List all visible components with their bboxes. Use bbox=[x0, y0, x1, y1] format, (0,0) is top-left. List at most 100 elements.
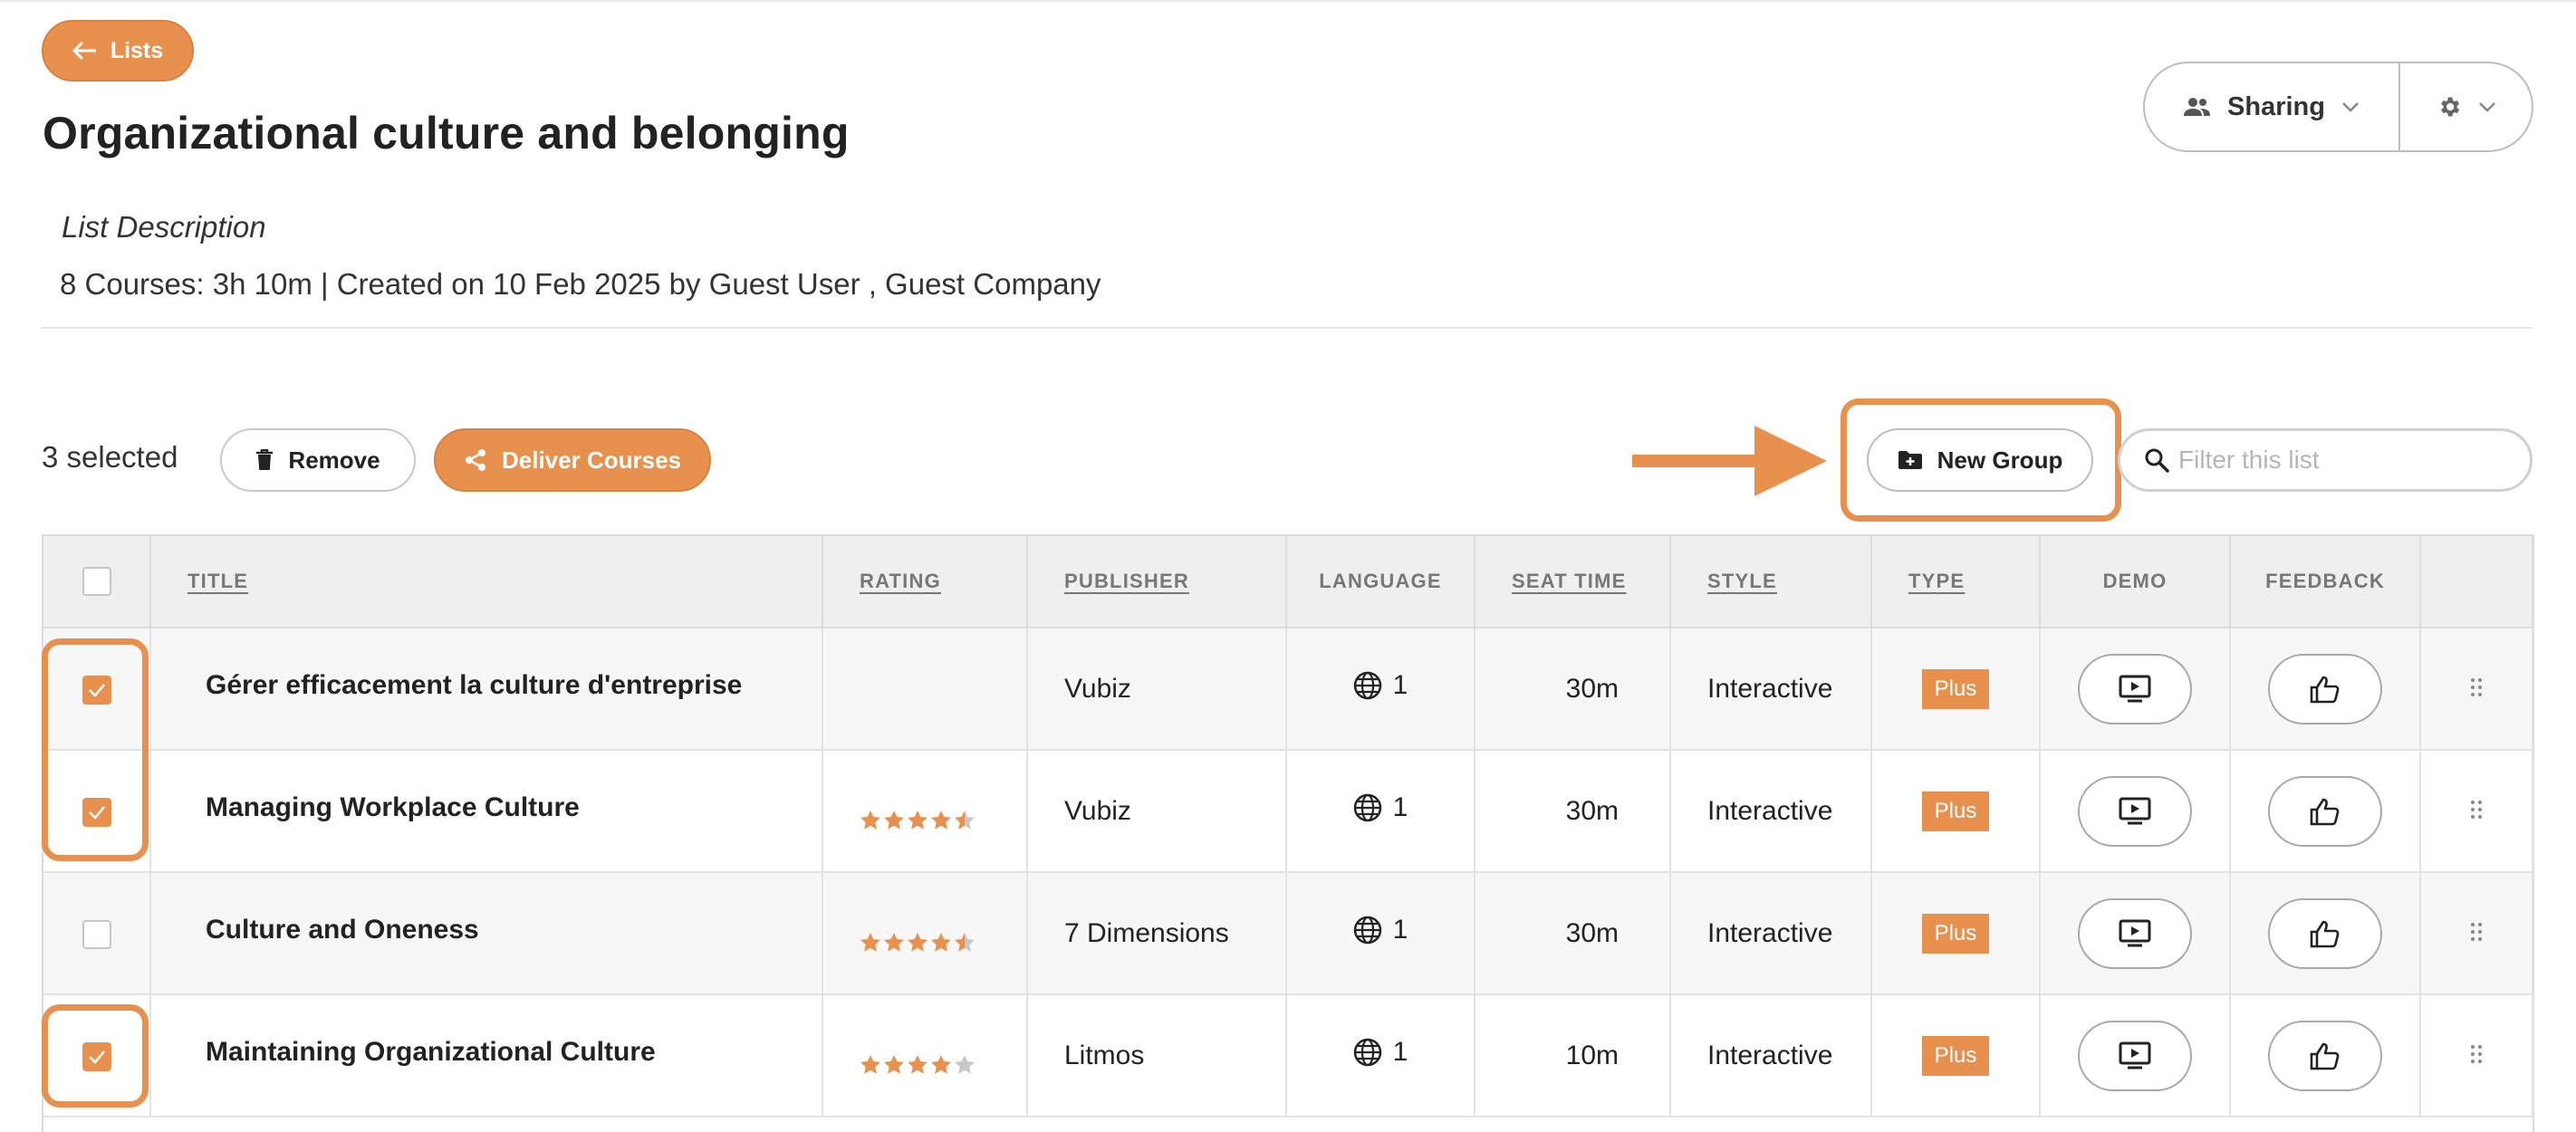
arrow-left-icon bbox=[72, 42, 96, 60]
feedback-cell bbox=[2230, 750, 2421, 873]
language-cell: 1 bbox=[1286, 628, 1475, 751]
table-row[interactable]: Culture and Oneness 7 Dimensions 1 30m Inter… bbox=[43, 872, 2533, 995]
rating-cell bbox=[822, 872, 1028, 995]
language-count: 1 bbox=[1392, 1037, 1408, 1067]
divider bbox=[42, 327, 2533, 329]
drag-handle[interactable] bbox=[2470, 796, 2483, 827]
table-row[interactable]: Managing Workplace Culture Vubiz 1 30m Inter… bbox=[43, 750, 2533, 873]
select-all-checkbox[interactable] bbox=[82, 567, 111, 596]
people-icon bbox=[2184, 98, 2211, 116]
pointer-arrow bbox=[1632, 426, 1827, 496]
course-title[interactable]: Managing Workplace Culture bbox=[206, 792, 580, 822]
demo-cell bbox=[2040, 750, 2231, 873]
back-to-lists-button[interactable]: Lists bbox=[42, 20, 194, 82]
row-select-cell bbox=[43, 872, 151, 995]
globe-icon bbox=[1353, 1038, 1381, 1067]
seat-time-cell: 30m bbox=[1475, 750, 1671, 873]
filter-input[interactable] bbox=[2177, 445, 2524, 475]
feedback-button[interactable] bbox=[2268, 897, 2382, 969]
feedback-cell bbox=[2230, 994, 2421, 1118]
star-icon bbox=[955, 1054, 975, 1074]
seat-time-cell: 30m bbox=[1475, 872, 1671, 995]
play-screen-icon bbox=[2119, 797, 2151, 824]
star-icon bbox=[955, 932, 975, 952]
style-cell: Interactive bbox=[1670, 872, 1872, 995]
table-row[interactable]: Gérer efficacement la culture d'entrepri… bbox=[43, 628, 2533, 751]
col-type[interactable]: Type bbox=[1871, 536, 2041, 628]
col-style[interactable]: Style bbox=[1670, 536, 1872, 628]
demo-button[interactable] bbox=[2078, 653, 2192, 724]
col-demo: Demo bbox=[2040, 536, 2231, 628]
settings-dropdown[interactable] bbox=[2400, 63, 2532, 150]
drag-handle[interactable] bbox=[2470, 1041, 2483, 1071]
play-screen-icon bbox=[2119, 1041, 2151, 1069]
publisher-cell: Vubiz bbox=[1027, 750, 1287, 873]
style-cell: Interactive bbox=[1670, 628, 1872, 751]
rating-stars bbox=[860, 810, 976, 830]
course-title[interactable]: Maintaining Organizational Culture bbox=[206, 1037, 656, 1067]
language-cell: 1 bbox=[1286, 994, 1475, 1118]
type-badge: Plus bbox=[1921, 668, 1990, 709]
course-title[interactable]: Gérer efficacement la culture d'entrepri… bbox=[206, 670, 742, 700]
sharing-dropdown[interactable]: Sharing bbox=[2145, 63, 2400, 150]
feedback-cell bbox=[2230, 872, 2421, 995]
gear-icon bbox=[2440, 97, 2459, 117]
sharing-settings-group: Sharing bbox=[2143, 62, 2533, 152]
star-icon bbox=[884, 810, 904, 830]
table-row[interactable]: Maintaining Organizational Culture Litmos… bbox=[43, 994, 2533, 1118]
seat-time-cell: 30m bbox=[1475, 628, 1671, 751]
deliver-courses-button[interactable]: Deliver Courses bbox=[434, 428, 711, 492]
type-cell: Plus bbox=[1871, 628, 2041, 751]
select-all-cell bbox=[43, 536, 151, 628]
play-screen-icon bbox=[2119, 919, 2151, 946]
drag-handle-icon bbox=[2471, 922, 2482, 941]
drag-handle[interactable] bbox=[2470, 918, 2483, 949]
feedback-button[interactable] bbox=[2268, 1020, 2382, 1091]
publisher-cell: 7 Dimensions bbox=[1027, 872, 1287, 995]
drag-handle-icon bbox=[2471, 677, 2482, 696]
demo-button[interactable] bbox=[2078, 1020, 2192, 1091]
star-icon bbox=[931, 810, 951, 830]
demo-cell bbox=[2040, 872, 2231, 995]
star-icon bbox=[908, 932, 928, 952]
share-icon bbox=[466, 449, 485, 471]
feedback-cell bbox=[2230, 628, 2421, 751]
col-rating[interactable]: Rating bbox=[822, 536, 1028, 628]
top-shadow bbox=[0, 0, 2576, 4]
demo-button[interactable] bbox=[2078, 775, 2192, 847]
col-feedback: Feedback bbox=[2230, 536, 2421, 628]
star-icon bbox=[860, 810, 880, 830]
publisher-cell: Vubiz bbox=[1027, 628, 1287, 751]
type-cell: Plus bbox=[1871, 750, 2041, 873]
feedback-button[interactable] bbox=[2268, 775, 2382, 847]
list-description-label: List Description bbox=[62, 210, 266, 244]
drag-cell bbox=[2420, 750, 2533, 873]
drag-handle[interactable] bbox=[2470, 674, 2483, 705]
demo-cell bbox=[2040, 994, 2231, 1118]
globe-icon bbox=[1353, 916, 1381, 945]
trash-icon bbox=[256, 449, 274, 470]
row-checkbox[interactable] bbox=[82, 919, 111, 949]
demo-button[interactable] bbox=[2078, 897, 2192, 969]
deliver-label: Deliver Courses bbox=[502, 446, 681, 474]
language-count: 1 bbox=[1392, 915, 1408, 945]
col-title[interactable]: Title bbox=[150, 536, 823, 628]
thumbs-up-icon bbox=[2310, 798, 2340, 825]
col-seat-time[interactable]: Seat Time bbox=[1475, 536, 1671, 628]
rating-cell bbox=[822, 750, 1028, 873]
course-title[interactable]: Culture and Oneness bbox=[206, 915, 479, 945]
courses-table: Title Rating Publisher Language Seat Tim… bbox=[42, 534, 2534, 1132]
type-cell: Plus bbox=[1871, 872, 2041, 995]
drag-cell bbox=[2420, 872, 2533, 995]
thumbs-up-icon bbox=[2310, 920, 2340, 947]
checkbox-highlight bbox=[42, 1004, 149, 1108]
feedback-button[interactable] bbox=[2268, 653, 2382, 724]
sharing-label: Sharing bbox=[2227, 91, 2325, 121]
course-title-cell: Maintaining Organizational Culture bbox=[150, 994, 823, 1118]
page-title: Organizational culture and belonging bbox=[43, 108, 850, 158]
language-count: 1 bbox=[1392, 670, 1408, 700]
checkbox-highlight bbox=[42, 638, 149, 861]
remove-button[interactable]: Remove bbox=[220, 428, 416, 492]
filter-box bbox=[2118, 428, 2533, 492]
col-publisher[interactable]: Publisher bbox=[1027, 536, 1287, 628]
